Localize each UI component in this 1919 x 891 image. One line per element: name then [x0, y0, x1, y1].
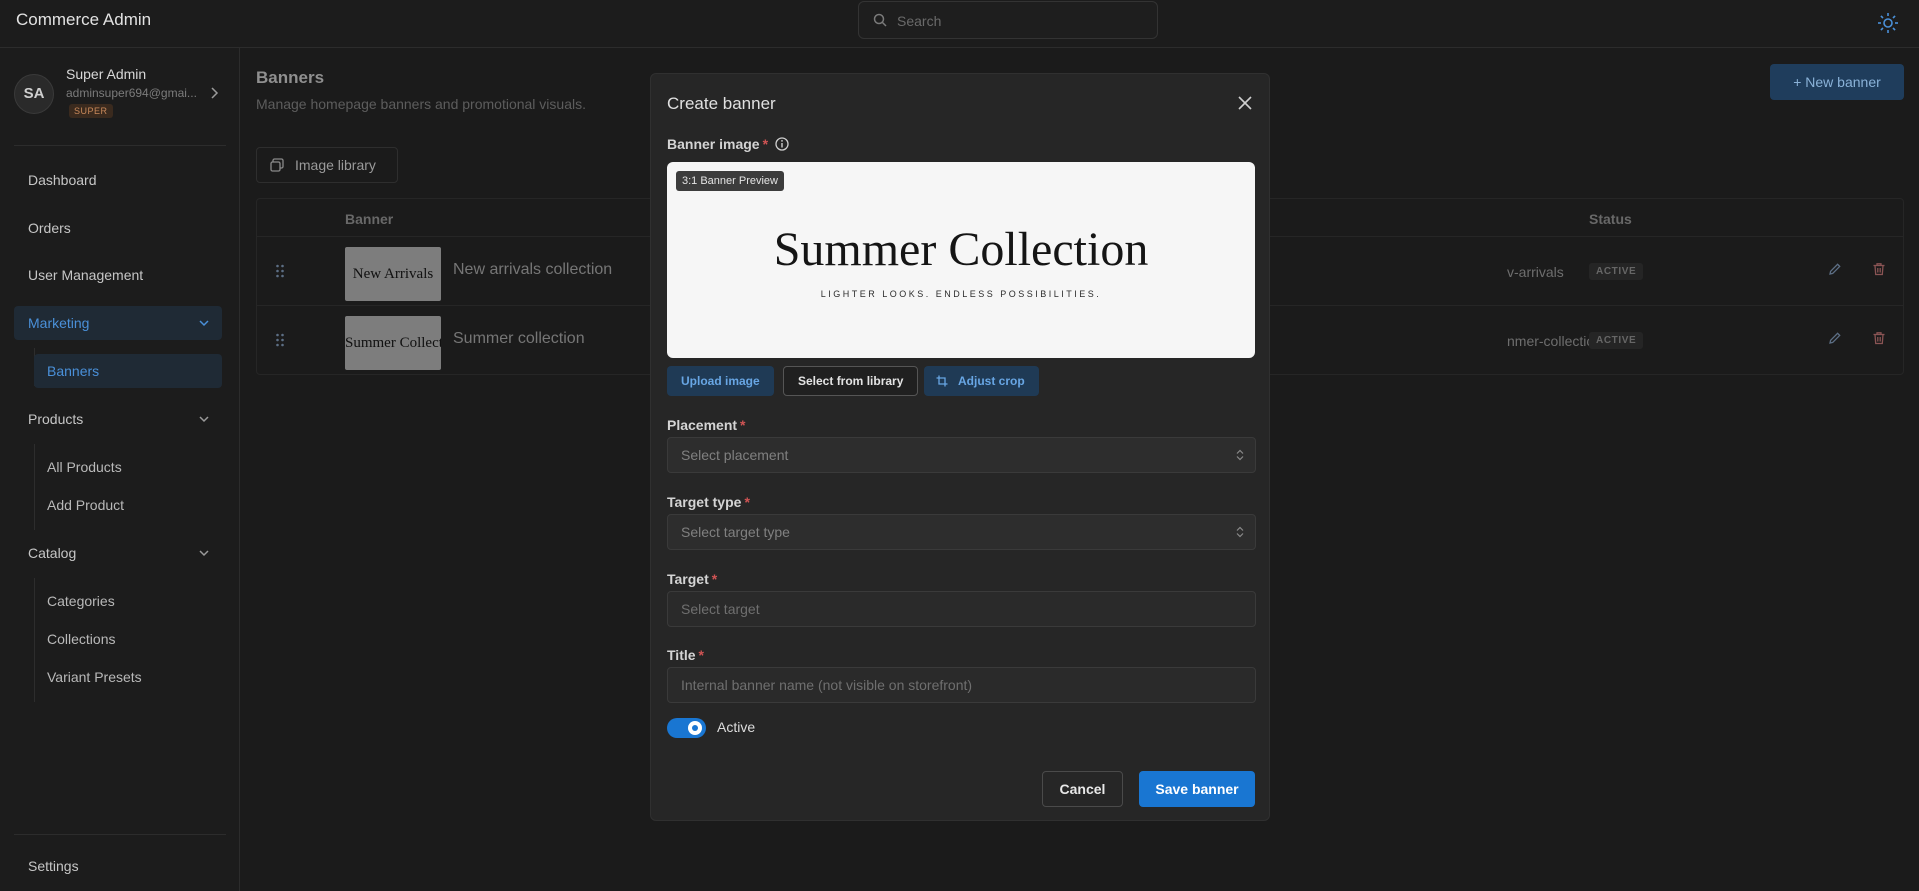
divider	[14, 834, 226, 835]
profile-email: adminsuper694@gmai...	[66, 86, 197, 100]
banner-thumbnail: Summer Collection	[345, 316, 441, 370]
search-input[interactable]	[897, 10, 1147, 32]
sidebar-item-label: Marketing	[28, 315, 90, 331]
upload-image-button[interactable]: Upload image	[667, 366, 774, 396]
sidebar-item-categories[interactable]: Categories	[34, 584, 222, 618]
trash-icon[interactable]	[1872, 262, 1886, 276]
preview-tagline: LIGHTER LOOKS. ENDLESS POSSIBILITIES.	[820, 289, 1102, 299]
image-library-label: Image library	[295, 157, 376, 173]
banner-name: Summer collection	[453, 330, 585, 347]
preview-heading: Summer Collection	[773, 223, 1149, 276]
profile-name: Super Admin	[66, 66, 147, 82]
sidebar-item-catalog[interactable]: Catalog	[14, 536, 222, 570]
chevron-down-icon	[199, 416, 209, 423]
target-label: Target *	[667, 571, 718, 587]
preview-aspect-tag: 3:1 Banner Preview	[676, 171, 784, 191]
column-header-banner: Banner	[345, 211, 394, 227]
sidebar-item-products[interactable]: Products	[14, 402, 222, 436]
save-banner-button[interactable]: Save banner	[1139, 771, 1255, 807]
top-bar: Commerce Admin	[0, 0, 1919, 48]
sidebar-item-settings[interactable]: Settings	[14, 849, 222, 883]
sidebar-item-users[interactable]: User Management	[14, 258, 222, 292]
profile-card[interactable]: SA Super Admin adminsuper694@gmai... SUP…	[14, 64, 226, 124]
page-title: Banners	[256, 68, 325, 87]
image-library-button[interactable]: Image library	[256, 147, 398, 183]
banner-target: nmer-collection	[1507, 333, 1602, 349]
sidebar-item-collections[interactable]: Collections	[34, 622, 222, 656]
chevron-down-icon	[199, 320, 209, 327]
chevron-down-icon	[199, 550, 209, 557]
title-input[interactable]	[667, 667, 1256, 703]
banner-name: New arrivals collection	[453, 261, 613, 278]
placement-select[interactable]: Select placement	[667, 437, 1256, 473]
crop-icon	[936, 375, 948, 387]
sidebar-item-all-products[interactable]: All Products	[34, 450, 222, 484]
active-label: Active	[717, 719, 756, 735]
adjust-crop-button[interactable]: Adjust crop	[924, 366, 1039, 396]
status-badge: ACTIVE	[1589, 332, 1644, 349]
app-title: Commerce Admin	[16, 10, 152, 29]
sidebar-item-marketing[interactable]: Marketing	[14, 306, 222, 340]
sidebar: SA Super Admin adminsuper694@gmai... SUP…	[0, 48, 240, 891]
divider	[14, 145, 226, 146]
info-icon[interactable]	[775, 137, 789, 151]
placement-placeholder: Select placement	[681, 447, 789, 463]
target-input[interactable]	[667, 591, 1256, 627]
drag-handle-icon[interactable]	[275, 264, 285, 278]
avatar: SA	[14, 74, 54, 114]
sidebar-item-label: Catalog	[28, 545, 77, 561]
banner-image-label: Banner image *	[667, 136, 769, 152]
close-icon[interactable]	[1236, 94, 1254, 112]
create-banner-dialog: Create banner Banner image * 3:1 Banner P…	[650, 73, 1270, 821]
drag-handle-icon[interactable]	[275, 333, 285, 347]
select-from-library-button[interactable]: Select from library	[783, 366, 919, 396]
dialog-title: Create banner	[667, 94, 776, 113]
column-header-status: Status	[1589, 211, 1632, 227]
sidebar-item-add-product[interactable]: Add Product	[34, 488, 222, 522]
new-banner-button[interactable]: + New banner	[1770, 64, 1904, 100]
search-box[interactable]	[858, 1, 1158, 39]
sidebar-item-dashboard[interactable]: Dashboard	[14, 163, 222, 197]
target-type-placeholder: Select target type	[681, 524, 790, 540]
banner-target: v-arrivals	[1507, 264, 1564, 280]
sidebar-item-variant-presets[interactable]: Variant Presets	[34, 660, 222, 694]
page-subtitle: Manage homepage banners and promotional …	[256, 96, 586, 112]
target-type-label: Target type *	[667, 494, 750, 510]
select-arrows-icon	[1236, 526, 1244, 538]
trash-icon[interactable]	[1872, 331, 1886, 345]
toggle-knob	[688, 721, 702, 735]
edit-icon[interactable]	[1828, 262, 1842, 276]
title-label: Title *	[667, 647, 704, 663]
sidebar-item-orders[interactable]: Orders	[14, 211, 222, 245]
search-icon	[873, 13, 887, 27]
active-toggle[interactable]	[667, 718, 706, 738]
edit-icon[interactable]	[1828, 331, 1842, 345]
sidebar-item-banners[interactable]: Banners	[34, 354, 222, 388]
chevron-right-icon	[211, 87, 219, 99]
role-badge: SUPER	[69, 104, 113, 118]
cancel-button[interactable]: Cancel	[1042, 771, 1123, 807]
sun-icon[interactable]	[1876, 11, 1900, 35]
banner-thumbnail: New Arrivals	[345, 247, 441, 301]
placement-label: Placement *	[667, 417, 746, 433]
images-icon	[270, 158, 284, 172]
select-arrows-icon	[1236, 449, 1244, 461]
sidebar-item-label: Products	[28, 411, 84, 427]
adjust-crop-label: Adjust crop	[958, 374, 1025, 388]
status-badge: ACTIVE	[1589, 263, 1644, 280]
banner-preview: 3:1 Banner Preview Summer Collection LIG…	[667, 162, 1255, 358]
target-type-select[interactable]: Select target type	[667, 514, 1256, 550]
